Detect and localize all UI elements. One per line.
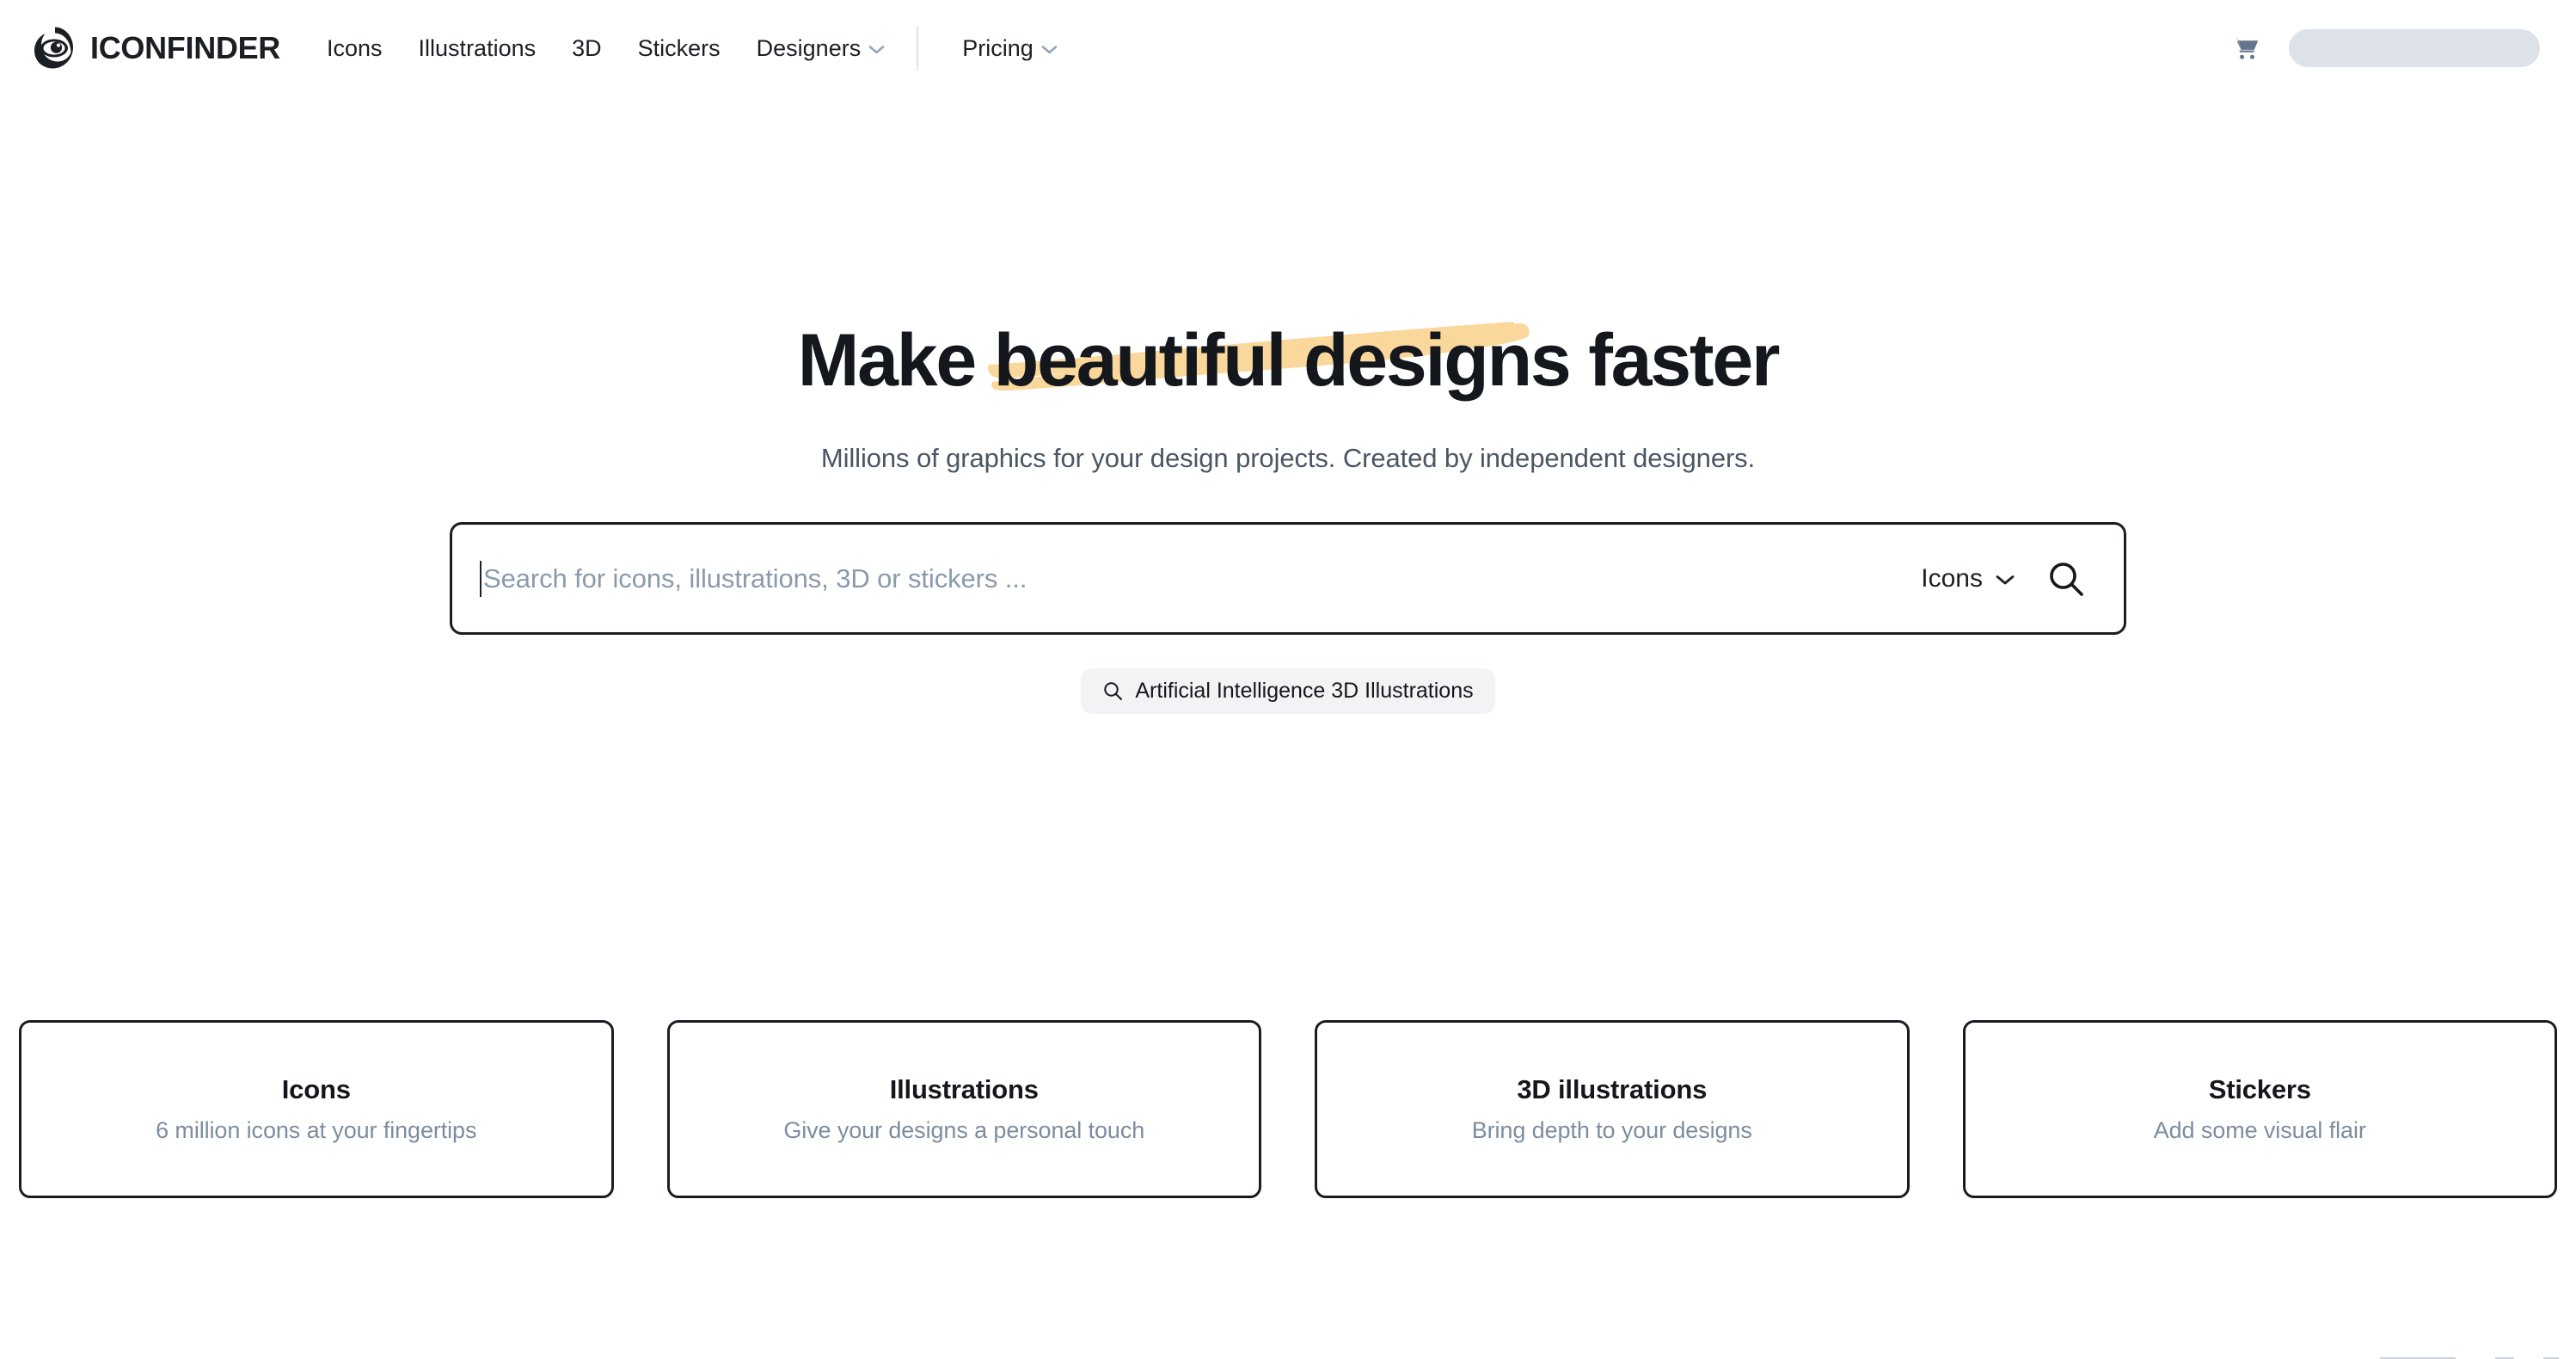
nav-item-label: Pricing: [962, 34, 1033, 61]
chevron-down-icon: [868, 46, 885, 54]
shopping-cart-icon[interactable]: [2229, 31, 2263, 65]
category-card-subtitle: 6 million icons at your fingertips: [156, 1117, 477, 1143]
nav-item-designers[interactable]: Designers: [739, 27, 904, 71]
nav-item-label: Illustrations: [418, 34, 537, 61]
category-card-title: Icons: [281, 1074, 351, 1104]
nav-item-pricing[interactable]: Pricing: [944, 27, 1076, 71]
search-submit-button[interactable]: [2033, 545, 2100, 612]
account-menu-skeleton[interactable]: [2289, 29, 2540, 67]
hero-subtitle: Millions of graphics for your design pro…: [820, 443, 1756, 473]
search-field: [476, 525, 1906, 632]
category-card-stickers[interactable]: Stickers Add some visual flair: [1962, 1020, 2557, 1198]
category-card-subtitle: Bring depth to your designs: [1471, 1117, 1752, 1143]
nav-item-label: 3D: [572, 34, 602, 61]
nav-item-label: Designers: [756, 34, 862, 61]
search-type-select[interactable]: Icons: [1905, 556, 2021, 602]
brand-logo-link[interactable]: ICONFINDER: [31, 24, 280, 72]
suggestion-chip-label: Artificial Intelligence 3D Illustrations: [1135, 679, 1474, 703]
category-card-list: Icons 6 million icons at your fingertips…: [19, 1020, 2557, 1198]
nav-item-label: Icons: [327, 34, 383, 61]
nav-divider: [917, 26, 919, 71]
iconfinder-eye-logo-icon: [31, 24, 79, 72]
search-bar: Icons: [450, 522, 2126, 635]
search-type-value: Icons: [1921, 563, 1983, 593]
hero-section: Make beautiful designs faster Millions o…: [0, 96, 2576, 714]
nav-item-stickers[interactable]: Stickers: [620, 27, 739, 71]
suggestion-chip-list: Artificial Intelligence 3D Illustrations: [0, 668, 2576, 714]
chevron-down-icon: [1041, 46, 1058, 54]
hero-title-highlight-wrap: beautiful designs: [987, 322, 1572, 397]
category-card-subtitle: Add some visual flair: [2153, 1117, 2366, 1143]
primary-navigation: Icons Illustrations 3D Stickers Designer…: [318, 0, 1076, 96]
search-icon: [2050, 562, 2083, 596]
category-card-illustrations[interactable]: Illustrations Give your designs a person…: [666, 1020, 1261, 1198]
hero-title-highlighted-text: beautiful designs: [993, 319, 1572, 402]
hero-title-after: faster: [1569, 319, 1780, 402]
category-card-subtitle: Give your designs a personal touch: [783, 1117, 1145, 1143]
category-card-title: 3D illustrations: [1517, 1074, 1708, 1104]
chevron-down-icon: [1996, 575, 2015, 585]
nav-item-icons[interactable]: Icons: [318, 27, 401, 71]
page-title: Make beautiful designs faster: [798, 322, 1780, 397]
nav-item-label: Stickers: [637, 34, 721, 61]
brand-name: ICONFINDER: [90, 30, 280, 65]
category-card-title: Illustrations: [889, 1074, 1039, 1104]
category-card-title: Stickers: [2208, 1074, 2311, 1104]
nav-item-3d[interactable]: 3D: [554, 27, 620, 71]
header-actions: [2229, 29, 2545, 67]
hero-title-before: Make: [797, 319, 994, 402]
site-header: ICONFINDER Icons Illustrations 3D Sticke…: [0, 0, 2576, 96]
nav-item-illustrations[interactable]: Illustrations: [401, 27, 555, 71]
category-card-3d-illustrations[interactable]: 3D illustrations Bring depth to your des…: [1315, 1020, 1910, 1198]
search-icon: [1104, 682, 1123, 700]
suggestion-chip[interactable]: Artificial Intelligence 3D Illustrations: [1081, 668, 1495, 714]
category-card-icons[interactable]: Icons 6 million icons at your fingertips: [19, 1020, 614, 1198]
search-input[interactable]: [481, 525, 1906, 632]
